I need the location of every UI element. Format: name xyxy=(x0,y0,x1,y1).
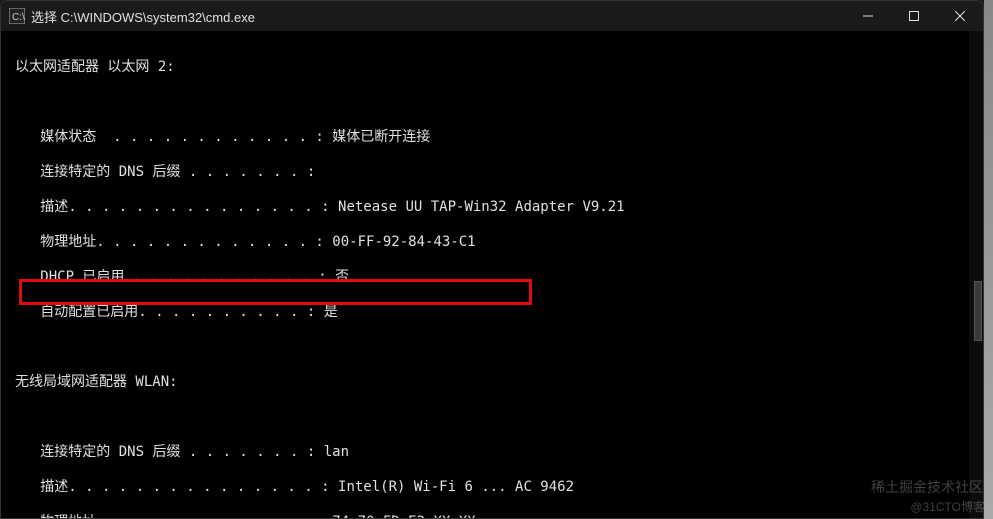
blank-line xyxy=(15,409,969,427)
output-row: 描述. . . . . . . . . . . . . . . : Intel(… xyxy=(15,479,969,497)
output-row: 自动配置已启用. . . . . . . . . . : 是 xyxy=(15,304,969,322)
scrollbar[interactable] xyxy=(969,31,983,518)
svg-text:C:\: C:\ xyxy=(12,12,25,23)
output-row-mac: 物理地址. . . . . . . . . . . . . : 74-70-FD… xyxy=(15,514,969,519)
background-edge xyxy=(984,0,993,519)
window-controls xyxy=(845,1,983,31)
minimize-button[interactable] xyxy=(845,1,891,31)
blank-line xyxy=(15,339,969,357)
cmd-window: C:\ 选择 C:\WINDOWS\system32\cmd.exe 以太网适配… xyxy=(0,0,984,519)
output-row: 连接特定的 DNS 后缀 . . . . . . . : lan xyxy=(15,444,969,462)
adapter-header-wlan: 无线局域网适配器 WLAN: xyxy=(15,374,969,392)
maximize-button[interactable] xyxy=(891,1,937,31)
output-row: 媒体状态 . . . . . . . . . . . . : 媒体已断开连接 xyxy=(15,129,969,147)
close-button[interactable] xyxy=(937,1,983,31)
adapter-header-ethernet: 以太网适配器 以太网 2: xyxy=(15,59,969,77)
output-row: DHCP 已启用 . . . . . . . . . . . : 否 xyxy=(15,269,969,287)
titlebar[interactable]: C:\ 选择 C:\WINDOWS\system32\cmd.exe xyxy=(1,1,983,31)
scrollbar-thumb[interactable] xyxy=(974,281,982,341)
output-row: 连接特定的 DNS 后缀 . . . . . . . : xyxy=(15,164,969,182)
window-title: 选择 C:\WINDOWS\system32\cmd.exe xyxy=(31,7,845,26)
output-row: 物理地址. . . . . . . . . . . . . : 00-FF-92… xyxy=(15,234,969,252)
blank-line xyxy=(15,94,969,112)
cmd-icon: C:\ xyxy=(9,8,25,24)
terminal-output[interactable]: 以太网适配器 以太网 2: 媒体状态 . . . . . . . . . . .… xyxy=(1,31,983,518)
output-row: 描述. . . . . . . . . . . . . . . : Neteas… xyxy=(15,199,969,217)
